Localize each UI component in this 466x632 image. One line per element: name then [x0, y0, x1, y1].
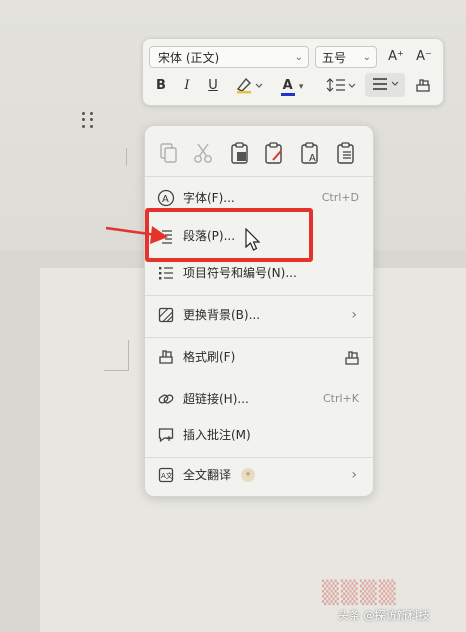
grow-font-button[interactable]: A⁺ — [383, 46, 409, 68]
italic-button[interactable]: I — [177, 75, 197, 97]
margin-mark-top-left — [104, 148, 127, 166]
format-brush-icon — [416, 79, 430, 92]
highlighter-icon — [236, 77, 263, 94]
font-a-icon: A — [157, 189, 175, 207]
font-color-button[interactable]: A ▾ — [275, 75, 309, 97]
svg-text:A文: A文 — [161, 471, 173, 480]
bold-button[interactable]: B — [151, 75, 171, 97]
drag-handle-icon[interactable] — [82, 112, 94, 128]
menu-item-label: 全文翻译 — [183, 468, 232, 482]
format-painter-lock-icon — [345, 351, 359, 365]
line-spacing-icon — [326, 78, 356, 92]
chevron-down-icon: ▾ — [298, 82, 304, 92]
menu-item-change-background[interactable]: 更换背景(B)... › — [145, 301, 373, 329]
font-color-letter: A — [280, 78, 295, 96]
menu-item-hyperlink[interactable]: 超链接(H)... Ctrl+K — [145, 385, 373, 413]
comment-icon — [158, 428, 174, 443]
menu-item-label: 项目符号和编号(N)... — [183, 266, 297, 280]
margin-mark-mid-left — [104, 340, 129, 371]
menu-item-label: 格式刷(F) — [183, 350, 236, 364]
menu-item-label: 超链接(H)... — [183, 392, 249, 406]
mouse-cursor-icon — [245, 228, 261, 251]
menu-item-shortcut: Ctrl+K — [322, 392, 359, 405]
shrink-font-button[interactable]: A⁻ — [411, 46, 437, 68]
menu-divider — [145, 337, 373, 338]
alignment-button[interactable] — [365, 73, 405, 97]
chevron-right-icon: › — [351, 467, 357, 483]
context-menu: A A 字体(F)... Ctrl+D 段落(P)... 项目符号和编号(N).… — [144, 125, 374, 497]
background-icon — [158, 307, 174, 323]
paste-special-icon[interactable] — [333, 140, 359, 166]
menu-divider — [145, 176, 373, 177]
font-family-select[interactable]: 宋体 (正文) ⌄ — [149, 46, 309, 68]
cut-icon[interactable] — [190, 140, 216, 166]
menu-divider — [145, 295, 373, 296]
font-family-value: 宋体 (正文) — [158, 51, 220, 65]
paste-keep-format-icon[interactable] — [227, 140, 253, 166]
highlight-box-annotation — [145, 208, 313, 262]
font-size-value: 五号 — [322, 51, 347, 65]
underline-button[interactable]: U — [203, 75, 223, 97]
menu-item-full-translation[interactable]: A文 全文翻译 ✦ › — [145, 461, 373, 489]
clipboard-actions-row: A — [145, 138, 373, 168]
highlight-color-button[interactable] — [231, 75, 267, 97]
red-arrow-icon — [105, 226, 168, 244]
paste-text-only-icon[interactable]: A — [297, 140, 323, 166]
svg-text:A: A — [162, 194, 169, 205]
list-bullets-icon — [159, 267, 173, 280]
format-painter-button[interactable] — [411, 75, 435, 97]
menu-item-format-painter[interactable]: 格式刷(F) — [145, 343, 373, 371]
menu-item-shortcut: Ctrl+D — [321, 191, 359, 204]
menu-item-bullets-numbering[interactable]: 项目符号和编号(N)... — [145, 259, 373, 287]
line-spacing-button[interactable] — [323, 75, 359, 97]
chevron-down-icon: ⌄ — [362, 52, 371, 63]
menu-item-label: 更换背景(B)... — [183, 308, 261, 322]
font-size-select[interactable]: 五号 ⌄ — [315, 46, 377, 68]
floating-format-toolbar: 宋体 (正文) ⌄ 五号 ⌄ A⁺ A⁻ B I U A ▾ — [142, 38, 444, 106]
format-painter-icon — [159, 350, 173, 364]
menu-item-label: 插入批注(M) — [183, 428, 251, 442]
chevron-down-icon: ⌄ — [294, 52, 303, 63]
svg-text:A: A — [309, 153, 316, 164]
premium-badge-icon: ✦ — [241, 468, 255, 482]
translate-icon: A文 — [158, 467, 174, 483]
watermark-text: 头条 @探访新科技 — [338, 609, 430, 622]
align-lines-icon — [373, 78, 399, 90]
menu-item-insert-comment[interactable]: 插入批注(M) — [145, 421, 373, 449]
paste-merge-format-icon[interactable] — [261, 140, 287, 166]
copy-icon[interactable] — [155, 140, 181, 166]
menu-divider — [145, 457, 373, 458]
link-icon — [158, 394, 174, 404]
chevron-right-icon: › — [351, 307, 357, 323]
